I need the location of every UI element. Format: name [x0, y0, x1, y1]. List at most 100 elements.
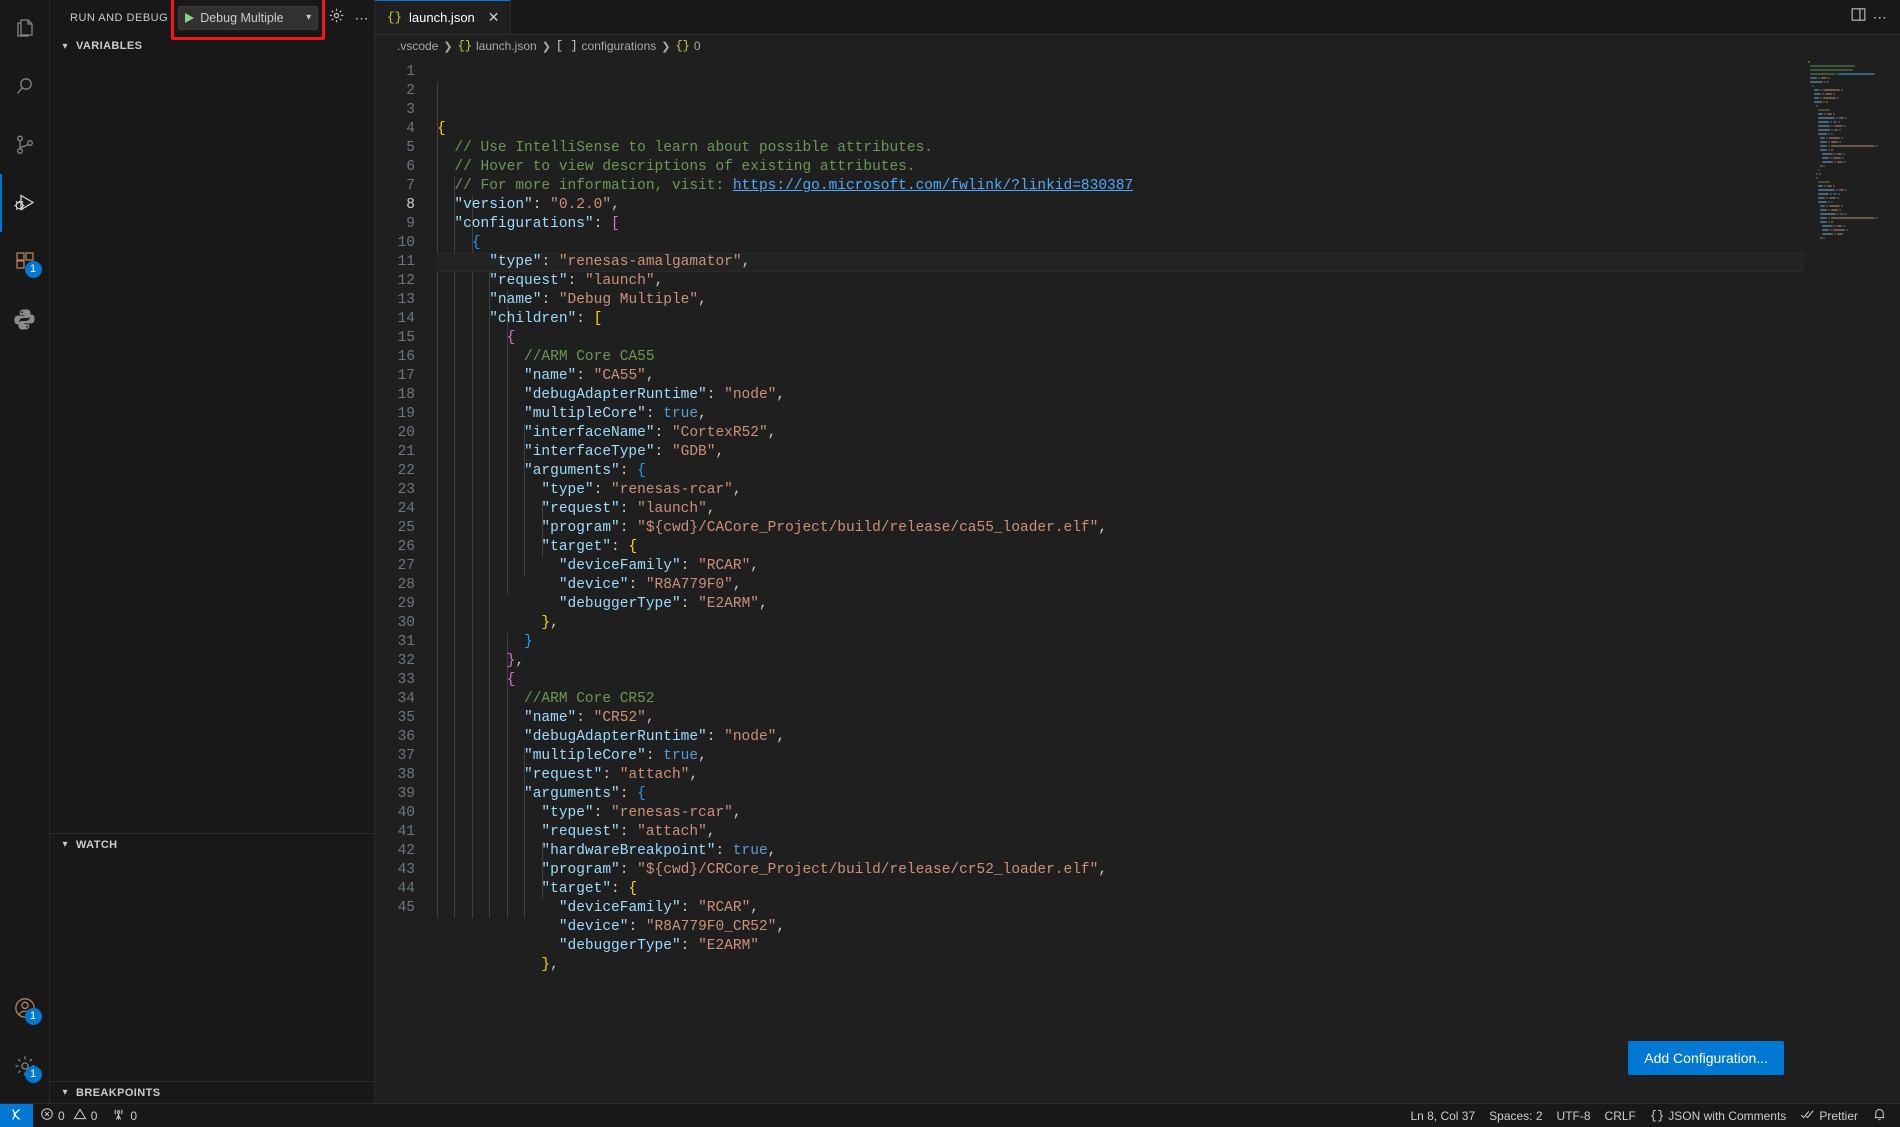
code-line[interactable]: "program": "${cwd}/CRCore_Project/build/… [437, 861, 1804, 880]
code-line[interactable]: // Hover to view descriptions of existin… [437, 158, 1804, 177]
code-line[interactable]: // Use IntelliSense to learn about possi… [437, 139, 1804, 158]
code-line[interactable]: "children": [ [437, 310, 1804, 329]
code-token: , [645, 710, 655, 726]
editor-vertical-scrollbar[interactable] [1694, 57, 1708, 1103]
chevron-down-icon[interactable]: ▾ [58, 1087, 72, 1098]
activity-item-extensions[interactable]: 1 [0, 232, 50, 290]
code-line[interactable]: //ARM Core CA55 [437, 348, 1804, 367]
code-scroll[interactable]: 1 2 3 4 5 6 7 8 9 10 11 12 13 14 15 16 17 18 19 20 21 22 23 24 2… [375, 57, 1804, 1103]
code-token: , [689, 767, 699, 783]
editor-position-status[interactable]: Ln 8, Col 37 [1403, 1104, 1482, 1127]
minimap-line [1804, 109, 1900, 112]
activity-item-manage[interactable]: 1 [0, 1037, 50, 1095]
editor-indentation-status[interactable]: Spaces: 2 [1482, 1104, 1549, 1127]
minimap[interactable] [1804, 57, 1900, 1103]
code-line[interactable]: }, [437, 614, 1804, 633]
code-line[interactable]: "arguments": { [437, 462, 1804, 481]
code-line[interactable]: "multipleCore": true, [437, 405, 1804, 424]
code-line[interactable]: "type": "renesas-rcar", [437, 804, 1804, 823]
code-line[interactable]: "name": "CR52", [437, 709, 1804, 728]
code-line[interactable]: "hardwareBreakpoint": true, [437, 842, 1804, 861]
code-line[interactable]: "interfaceName": "CortexR52", [437, 424, 1804, 443]
variables-pane-header[interactable]: ▾ VARIABLES [50, 35, 374, 57]
code-line[interactable]: "target": { [437, 880, 1804, 899]
code-line[interactable]: "request": "attach", [437, 823, 1804, 842]
code-line[interactable]: "version": "0.2.0", [437, 196, 1804, 215]
code-line[interactable]: "deviceFamily": "RCAR", [437, 557, 1804, 576]
tab-launch-json[interactable]: {} launch.json ✕ [375, 0, 511, 34]
code-line[interactable]: "debugAdapterRuntime": "node", [437, 728, 1804, 747]
code-line[interactable]: }, [437, 956, 1804, 975]
code-line[interactable]: "type": "renesas-amalgamator", [437, 253, 1804, 272]
sidebar-more-actions-button[interactable]: ⋯ [350, 6, 374, 30]
chevron-down-icon[interactable]: ▾ [306, 12, 311, 23]
activity-item-python[interactable] [0, 290, 50, 348]
code-line[interactable]: "name": "CA55", [437, 367, 1804, 386]
activity-item-run-and-debug[interactable] [0, 174, 50, 232]
split-editor-icon[interactable] [1850, 6, 1867, 28]
code-line[interactable]: { [437, 120, 1804, 139]
code-line[interactable]: "debuggerType": "E2ARM" [437, 937, 1804, 956]
notifications-status[interactable] [1865, 1104, 1894, 1127]
code-line[interactable]: "request": "attach", [437, 766, 1804, 785]
code-line[interactable]: "name": "Debug Multiple", [437, 291, 1804, 310]
open-launch-json-button[interactable] [324, 6, 348, 30]
close-icon[interactable]: ✕ [488, 9, 500, 26]
code-line[interactable]: //ARM Core CR52 [437, 690, 1804, 709]
minimap-line [1804, 73, 1900, 76]
code-line[interactable]: "device": "R8A779F0", [437, 576, 1804, 595]
activity-item-explorer[interactable] [0, 0, 50, 58]
editor-encoding-status[interactable]: UTF-8 [1550, 1104, 1598, 1127]
minimap-line [1804, 145, 1900, 148]
code-line[interactable]: // For more information, visit: https://… [437, 177, 1804, 196]
code-line[interactable]: "debugAdapterRuntime": "node", [437, 386, 1804, 405]
editor-eol-status[interactable]: CRLF [1598, 1104, 1643, 1127]
code-line[interactable]: { [437, 671, 1804, 690]
code-line[interactable]: { [437, 329, 1804, 348]
code-line[interactable]: } [437, 633, 1804, 652]
breadcrumb-item-launch-json[interactable]: {} launch.json [458, 39, 537, 53]
breadcrumb-item-vscode[interactable]: .vscode [397, 39, 438, 53]
code-line[interactable]: "multipleCore": true, [437, 747, 1804, 766]
code-line[interactable]: "arguments": { [437, 785, 1804, 804]
code-content[interactable]: { // Use IntelliSense to learn about pos… [437, 57, 1804, 1103]
problems-status[interactable]: 0 0 [33, 1104, 104, 1127]
breadcrumb-item-configurations[interactable]: [ ] configurations [556, 39, 656, 53]
remote-indicator[interactable] [0, 1103, 33, 1127]
radio-tower-icon [111, 1107, 126, 1125]
debug-icon [12, 190, 38, 216]
breadcrumb-item-index-0[interactable]: {} 0 [675, 39, 700, 53]
remote-icon [9, 1107, 24, 1125]
code-line[interactable]: "type": "renesas-rcar", [437, 481, 1804, 500]
prettier-status[interactable]: Prettier [1793, 1104, 1865, 1127]
code-line[interactable]: }, [437, 652, 1804, 671]
code-line[interactable]: "device": "R8A779F0_CR52", [437, 918, 1804, 937]
code-line[interactable]: "interfaceType": "GDB", [437, 443, 1804, 462]
code-token: "0.2.0" [550, 197, 612, 213]
code-line[interactable]: "request": "launch", [437, 500, 1804, 519]
code-line[interactable]: { [437, 234, 1804, 253]
code-line[interactable]: "program": "${cwd}/CACore_Project/build/… [437, 519, 1804, 538]
code-line[interactable]: "configurations": [ [437, 215, 1804, 234]
chevron-down-icon[interactable]: ▾ [58, 41, 72, 52]
activity-item-source-control[interactable] [0, 116, 50, 174]
code-line[interactable]: "debuggerType": "E2ARM", [437, 595, 1804, 614]
debug-configuration-selector[interactable]: Debug Multiple ▾ [171, 0, 326, 40]
code-line[interactable]: "deviceFamily": "RCAR", [437, 899, 1804, 918]
ports-status[interactable]: 0 [104, 1104, 144, 1127]
activity-item-accounts[interactable]: 1 [0, 979, 50, 1037]
code-token: : [619, 520, 638, 536]
play-icon[interactable] [185, 12, 195, 23]
chevron-down-icon[interactable]: ▾ [58, 839, 72, 850]
activity-item-search[interactable] [0, 58, 50, 116]
add-configuration-button[interactable]: Add Configuration... [1628, 1041, 1784, 1075]
code-line[interactable]: "target": { [437, 538, 1804, 557]
warning-count: 0 [90, 1108, 98, 1123]
editor-language-status[interactable]: {} JSON with Comments [1643, 1104, 1793, 1127]
code-token: "request" [541, 824, 620, 840]
breakpoints-pane-header[interactable]: ▾ BREAKPOINTS [50, 1081, 374, 1103]
debug-configuration-dropdown[interactable]: Debug Multiple ▾ [178, 5, 319, 30]
watch-pane-header[interactable]: ▾ WATCH [50, 833, 374, 855]
ellipsis-icon[interactable]: ⋯ [1873, 10, 1888, 24]
code-line[interactable]: "request": "launch", [437, 272, 1804, 291]
